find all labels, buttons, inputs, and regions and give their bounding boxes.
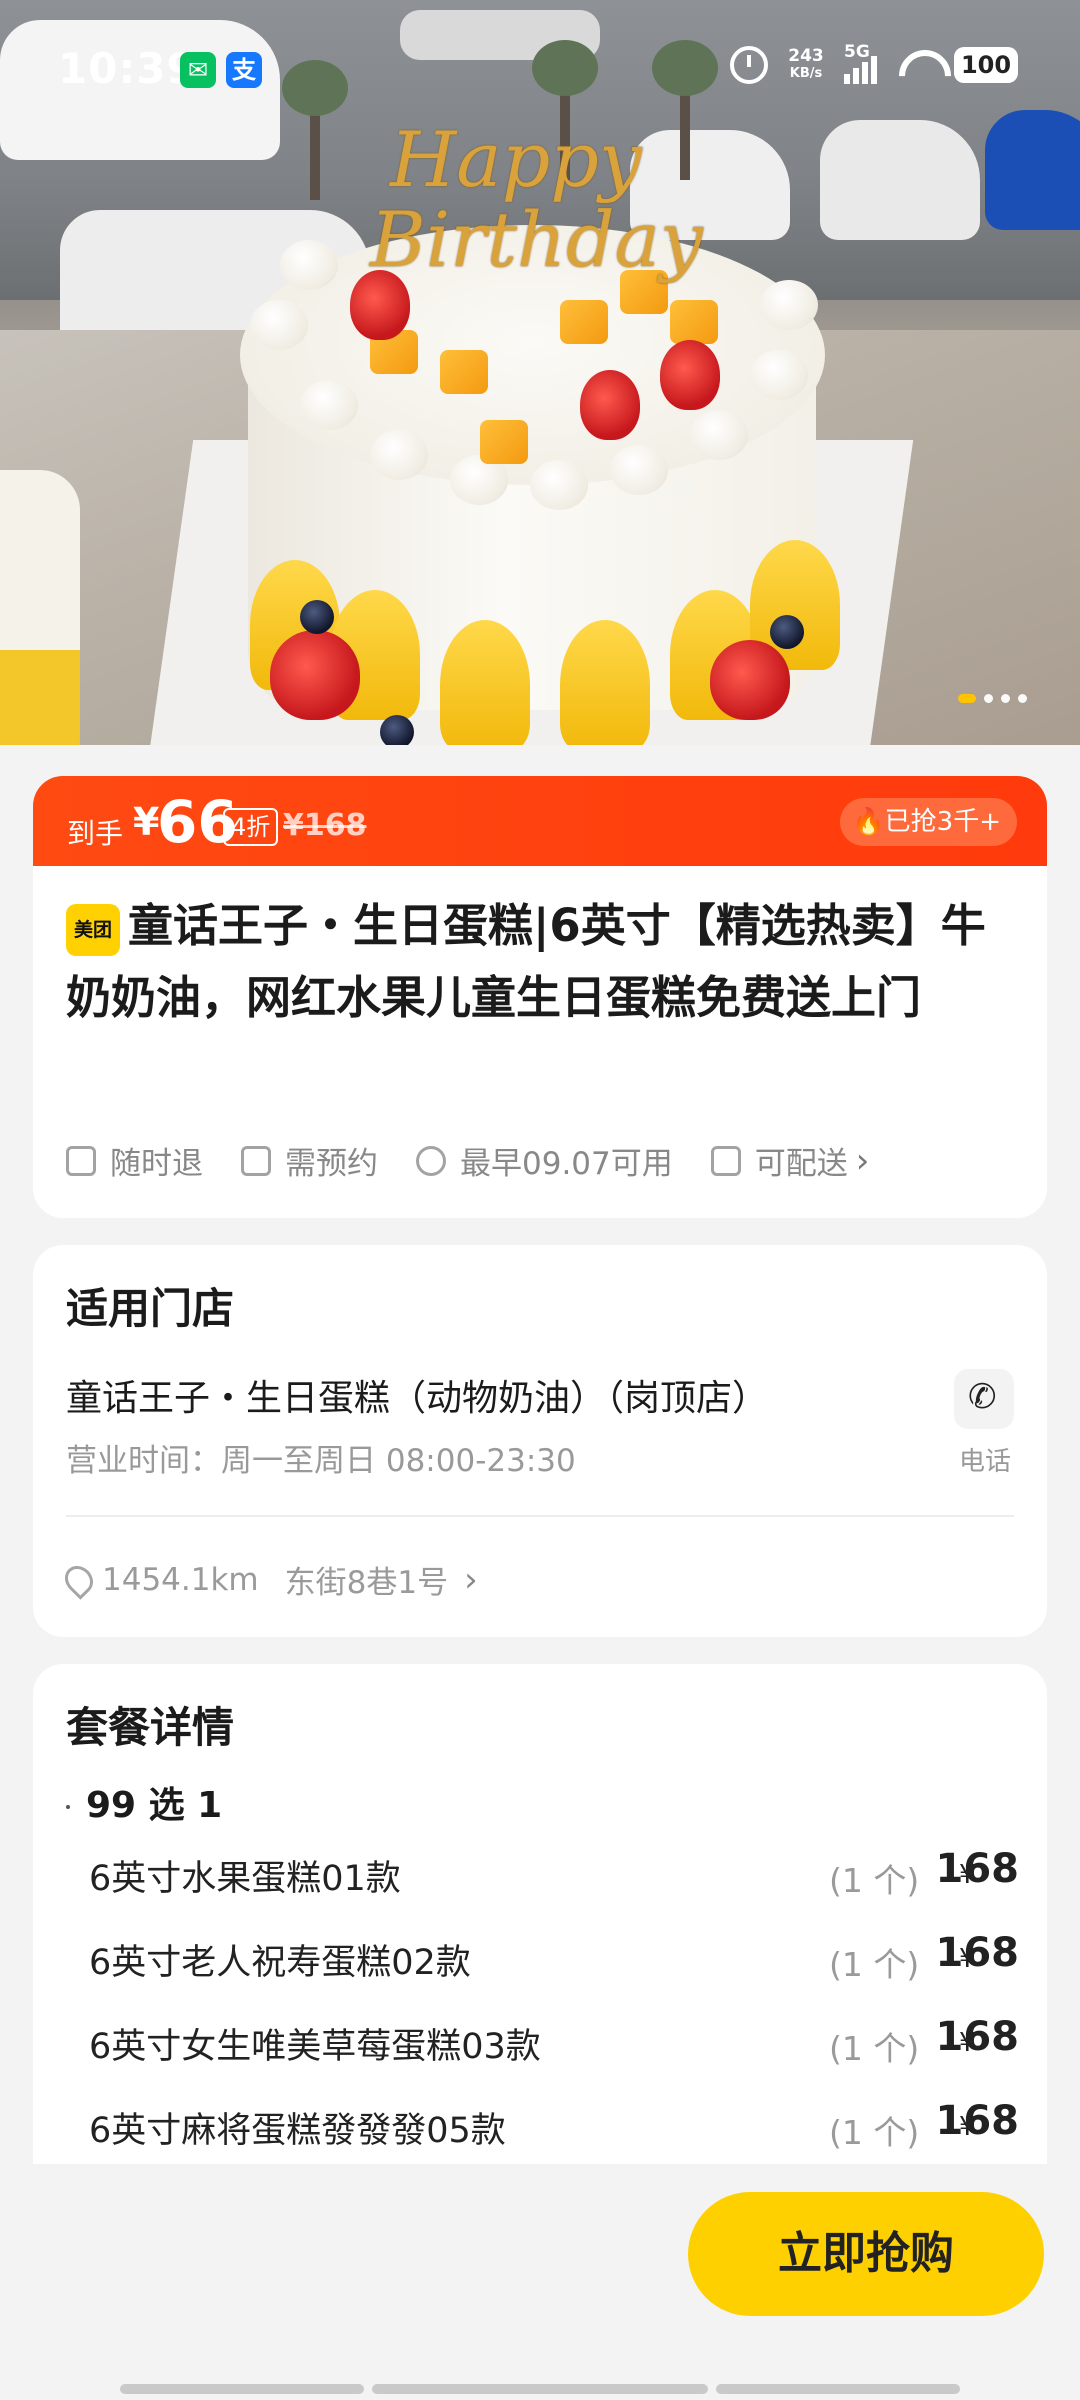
package-item-qty: (1 个) bbox=[829, 2113, 920, 2152]
blueberry bbox=[770, 615, 804, 649]
package-item-price: 168 bbox=[935, 1846, 1020, 1892]
store-hours: 营业时间：周一至周日 08:00-23:30 bbox=[66, 1443, 576, 1479]
store-distance: 1454.1km bbox=[102, 1561, 259, 1598]
feature-available-date: 最早09.07可用 bbox=[416, 1138, 673, 1183]
strawberry bbox=[660, 340, 720, 410]
price-banner: 到手 ¥ 66 4折 ¥168 🔥已抢3千+ bbox=[33, 776, 1047, 866]
service-features[interactable]: 随时退 需预约 最早09.07可用 可配送 › bbox=[66, 1138, 907, 1183]
feature-refund: 随时退 bbox=[66, 1138, 203, 1183]
package-item-qty: (1 个) bbox=[829, 2029, 920, 2068]
status-time: 10:39 bbox=[58, 44, 197, 93]
cream-swirl bbox=[690, 410, 748, 460]
package-section-title: 套餐详情 bbox=[66, 1703, 235, 1752]
package-card: 套餐详情 99 选 1 6英寸水果蛋糕01款 (1 个) ¥ 168 6英寸老人… bbox=[33, 1664, 1047, 2164]
chevron-right-icon: › bbox=[464, 1559, 478, 1600]
side-cake bbox=[0, 470, 80, 745]
price-label: 到手 bbox=[67, 817, 124, 850]
store-section-title: 适用门店 bbox=[66, 1284, 235, 1333]
carousel-dot-active bbox=[958, 694, 976, 703]
package-item: 6英寸水果蛋糕01款 (1 个) ¥ 168 bbox=[89, 1846, 1019, 1934]
package-item-qty: (1 个) bbox=[829, 1945, 920, 1984]
cream-swirl bbox=[280, 240, 338, 290]
cream-swirl bbox=[250, 300, 308, 350]
carousel-dot bbox=[1018, 694, 1027, 703]
store-name[interactable]: 童话王子・生日蛋糕（动物奶油）（岗顶店） bbox=[66, 1369, 768, 1421]
cream-swirl bbox=[300, 380, 358, 430]
status-bar: 10:39 ✉ 支 243 KB/s 5G 100 bbox=[0, 0, 1080, 140]
strawberry bbox=[270, 630, 360, 720]
cream-swirl bbox=[530, 460, 588, 510]
carousel-indicator bbox=[958, 694, 1027, 703]
divider bbox=[66, 1515, 1014, 1517]
package-item-name: 6英寸水果蛋糕01款 bbox=[89, 1859, 401, 1899]
package-item-qty: (1 个) bbox=[829, 1861, 920, 1900]
wechat-notification-icon: ✉ bbox=[180, 52, 216, 88]
cream-swirl bbox=[610, 445, 668, 495]
happy-birthday-topper: Happy Birthday bbox=[370, 115, 703, 284]
phone-label[interactable]: 电话 bbox=[959, 1441, 1011, 1478]
blueberry bbox=[300, 600, 334, 634]
discount-badge: 4折 bbox=[223, 808, 279, 846]
package-choice-rule: 99 选 1 bbox=[66, 1776, 222, 1828]
fire-icon: 🔥 bbox=[852, 807, 885, 837]
original-price: ¥168 bbox=[283, 808, 367, 843]
network-speed: 243 KB/s bbox=[788, 46, 824, 82]
package-item-price: 168 bbox=[935, 2014, 1020, 2060]
phone-call-button[interactable] bbox=[954, 1369, 1014, 1429]
store-card: 适用门店 童话王子・生日蛋糕（动物奶油）（岗顶店） 营业时间：周一至周日 08:… bbox=[33, 1245, 1047, 1637]
package-item-name: 6英寸麻将蛋糕發發發05款 bbox=[89, 2111, 506, 2151]
buy-now-button[interactable]: 立即抢购 bbox=[688, 2192, 1044, 2316]
package-item-name: 6英寸女生唯美草莓蛋糕03款 bbox=[89, 2027, 541, 2067]
product-info-card: 美团 童话王子・生日蛋糕|6英寸【精选热卖】牛奶奶油，网红水果儿童生日蛋糕免费送… bbox=[33, 866, 1047, 1218]
product-title: 童话王子・生日蛋糕|6英寸【精选热卖】牛奶奶油，网红水果儿童生日蛋糕免费送上门 bbox=[66, 899, 986, 1024]
chevron-right-icon: › bbox=[855, 1140, 870, 1181]
gesture-bar-segment bbox=[372, 2384, 708, 2394]
location-pin-icon bbox=[59, 1559, 99, 1600]
sold-count-badge: 🔥已抢3千+ bbox=[840, 798, 1017, 846]
package-item-name: 6英寸老人祝寿蛋糕02款 bbox=[89, 1943, 471, 1983]
carousel-dot bbox=[984, 694, 993, 703]
package-item-list: 6英寸水果蛋糕01款 (1 个) ¥ 168 6英寸老人祝寿蛋糕02款 (1 个… bbox=[89, 1846, 1020, 2186]
store-address: 东街8巷1号 bbox=[284, 1565, 449, 1601]
gesture-bar-segment bbox=[716, 2384, 960, 2394]
alarm-icon bbox=[730, 46, 768, 84]
package-item-price: 168 bbox=[935, 1930, 1020, 1976]
package-item-price: 168 bbox=[935, 2098, 1020, 2144]
check-circle-icon bbox=[416, 1145, 446, 1176]
strawberry bbox=[580, 370, 640, 440]
carousel-dot bbox=[1001, 694, 1010, 703]
cake-decoration bbox=[560, 620, 650, 745]
strawberry bbox=[710, 640, 790, 720]
wifi-icon bbox=[896, 48, 942, 82]
package-item: 6英寸老人祝寿蛋糕02款 (1 个) ¥ 168 bbox=[89, 1930, 1019, 2018]
package-item: 6英寸女生唯美草莓蛋糕03款 (1 个) ¥ 168 bbox=[89, 2014, 1019, 2102]
feature-reservation: 需预约 bbox=[241, 1138, 378, 1183]
cake-decoration bbox=[440, 620, 530, 745]
alipay-notification-icon: 支 bbox=[226, 52, 262, 88]
document-icon bbox=[66, 1145, 96, 1176]
cream-swirl bbox=[750, 350, 808, 400]
calendar-check-icon bbox=[241, 1145, 271, 1176]
mango-piece bbox=[480, 420, 528, 464]
battery-indicator: 100 bbox=[954, 47, 1018, 83]
cream-swirl bbox=[370, 430, 428, 480]
mango-piece bbox=[440, 350, 488, 394]
price-currency: ¥ bbox=[133, 800, 160, 844]
gesture-bar-segment bbox=[120, 2384, 364, 2394]
cellular-signal-icon: 5G bbox=[844, 42, 884, 84]
feature-delivery[interactable]: 可配送 › bbox=[710, 1138, 870, 1183]
delivery-truck-icon bbox=[710, 1145, 741, 1176]
store-address-row[interactable]: 1454.1km 东街8巷1号 › bbox=[59, 1557, 478, 1602]
blueberry bbox=[380, 715, 414, 745]
cream-swirl bbox=[760, 280, 818, 330]
